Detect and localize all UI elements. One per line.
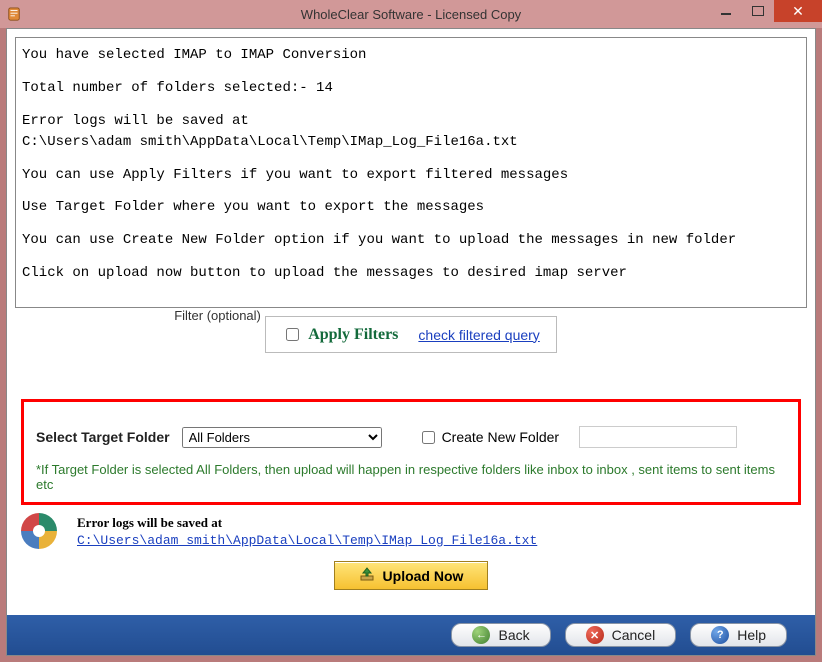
- apply-filters-checkbox[interactable]: [286, 328, 299, 341]
- back-icon: ←: [472, 626, 490, 644]
- info-create: You can use Create New Folder option if …: [22, 231, 800, 250]
- target-folder-note: *If Target Folder is selected All Folder…: [36, 462, 786, 492]
- error-log-text: Error logs will be saved at C:\Users\ada…: [77, 515, 537, 548]
- app-icon: [6, 6, 22, 22]
- cancel-icon: ✕: [586, 626, 604, 644]
- filter-fieldset: Filter (optional) Apply Filters check fi…: [265, 316, 557, 353]
- close-button[interactable]: [774, 0, 822, 22]
- window-controls: [710, 0, 822, 22]
- minimize-button[interactable]: [710, 0, 742, 22]
- back-label: Back: [498, 627, 529, 643]
- cancel-button[interactable]: ✕ Cancel: [565, 623, 677, 647]
- info-target: Use Target Folder where you want to expo…: [22, 198, 800, 217]
- info-panel: You have selected IMAP to IMAP Conversio…: [15, 37, 807, 308]
- upload-row: Upload Now: [7, 561, 815, 590]
- target-folder-row: Select Target Folder All Folders Create …: [36, 426, 786, 448]
- create-new-folder-checkbox[interactable]: [422, 431, 435, 444]
- error-log-path-link[interactable]: C:\Users\adam smith\AppData\Local\Temp\I…: [77, 533, 537, 548]
- app-window: WholeClear Software - Licensed Copy You …: [0, 0, 822, 662]
- info-selected: You have selected IMAP to IMAP Conversio…: [22, 46, 800, 65]
- upload-now-button[interactable]: Upload Now: [334, 561, 489, 590]
- help-button[interactable]: ? Help: [690, 623, 787, 647]
- error-log-row: Error logs will be saved at C:\Users\ada…: [21, 513, 801, 549]
- window-title: WholeClear Software - Licensed Copy: [0, 7, 822, 22]
- create-new-folder-input[interactable]: [579, 426, 737, 448]
- info-upload: Click on upload now button to upload the…: [22, 264, 800, 283]
- target-folder-section: Select Target Folder All Folders Create …: [21, 399, 801, 505]
- info-total: Total number of folders selected:- 14: [22, 79, 800, 98]
- client-area: You have selected IMAP to IMAP Conversio…: [6, 28, 816, 656]
- info-errors: Error logs will be saved at: [22, 112, 800, 131]
- create-new-folder-label: Create New Folder: [442, 429, 560, 445]
- upload-icon: [359, 566, 375, 585]
- filter-legend: Filter (optional): [172, 308, 263, 323]
- pie-chart-icon: [21, 513, 57, 549]
- footer-bar: ← Back ✕ Cancel ? Help: [7, 615, 815, 655]
- target-folder-label: Select Target Folder: [36, 429, 170, 445]
- info-filters: You can use Apply Filters if you want to…: [22, 166, 800, 185]
- upload-now-label: Upload Now: [383, 568, 464, 584]
- help-label: Help: [737, 627, 766, 643]
- filter-row: Filter (optional) Apply Filters check fi…: [7, 316, 815, 353]
- target-folder-select[interactable]: All Folders: [182, 427, 382, 448]
- title-bar: WholeClear Software - Licensed Copy: [0, 0, 822, 28]
- info-error-path: C:\Users\adam smith\AppData\Local\Temp\I…: [22, 133, 800, 152]
- help-icon: ?: [711, 626, 729, 644]
- back-button[interactable]: ← Back: [451, 623, 550, 647]
- maximize-button[interactable]: [742, 0, 774, 22]
- error-log-heading: Error logs will be saved at: [77, 515, 537, 531]
- check-filtered-query-link[interactable]: check filtered query: [418, 327, 539, 343]
- apply-filters-label: Apply Filters: [308, 326, 398, 344]
- cancel-label: Cancel: [612, 627, 656, 643]
